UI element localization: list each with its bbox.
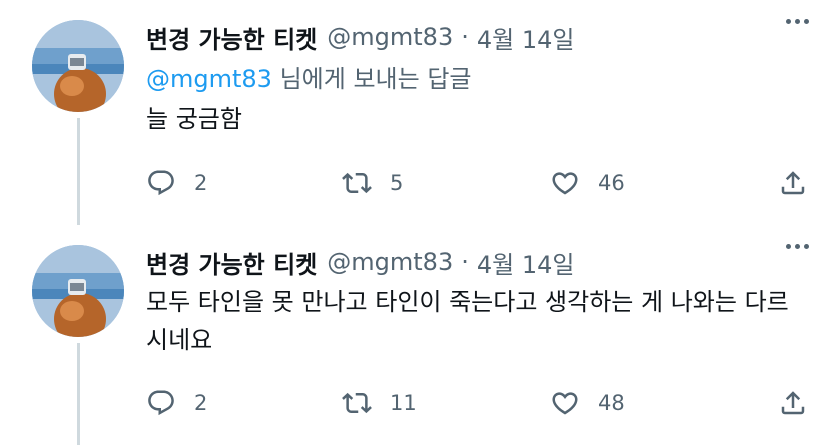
share-button[interactable] [778, 388, 808, 418]
reply-mention-link[interactable]: @mgmt83 [146, 65, 272, 93]
like-count: 48 [598, 391, 625, 415]
reply-button[interactable]: 2 [146, 388, 207, 418]
share-button[interactable] [778, 168, 808, 198]
avatar[interactable] [32, 245, 124, 337]
reply-context-label: 님에게 보내는 답글 [271, 65, 472, 93]
avatar[interactable] [32, 20, 124, 112]
retweet-button[interactable]: 5 [342, 168, 403, 198]
retweet-icon [342, 392, 372, 414]
tweet-date[interactable]: 4월 14일 [477, 20, 575, 55]
retweet-count: 11 [390, 391, 417, 415]
reply-count: 2 [194, 171, 208, 195]
retweet-icon [342, 172, 372, 194]
tweet-header: 변경 가능한 티켓 @mgmt83 · 4월 14일 [146, 243, 808, 281]
heart-icon [552, 172, 578, 195]
like-button[interactable]: 46 [550, 168, 625, 198]
display-name[interactable]: 변경 가능한 티켓 [146, 245, 317, 280]
heart-icon [552, 392, 578, 415]
tweet-date[interactable]: 4월 14일 [477, 245, 575, 280]
retweet-button[interactable]: 11 [342, 388, 417, 418]
display-name[interactable]: 변경 가능한 티켓 [146, 20, 317, 55]
share-icon [781, 171, 805, 195]
tweet-actions: 2 11 48 [146, 383, 808, 423]
reply-icon [148, 170, 174, 196]
more-icon[interactable] [780, 14, 814, 28]
reply-button[interactable]: 2 [146, 168, 207, 198]
tweet[interactable]: 변경 가능한 티켓 @mgmt83 · 4월 14일 모두 타인을 못 만나고 … [0, 225, 828, 445]
separator-dot: · [461, 248, 469, 276]
share-icon [781, 391, 805, 415]
retweet-count: 5 [390, 171, 404, 195]
like-button[interactable]: 48 [550, 388, 625, 418]
reply-context: @mgmt83 님에게 보내는 답글 [146, 62, 808, 96]
tweet-header: 변경 가능한 티켓 @mgmt83 · 4월 14일 [146, 18, 808, 56]
tweet-text: 늘 궁금함 [146, 105, 242, 133]
reply-count: 2 [194, 391, 208, 415]
tweet[interactable]: 변경 가능한 티켓 @mgmt83 · 4월 14일 @mgmt83 님에게 보… [0, 0, 828, 225]
separator-dot: · [461, 23, 469, 51]
reply-icon [148, 390, 174, 416]
user-handle[interactable]: @mgmt83 [327, 248, 453, 276]
avatar-image [32, 245, 124, 337]
thread-line [77, 343, 80, 445]
more-icon[interactable] [780, 239, 814, 253]
tweet-actions: 2 5 46 [146, 163, 808, 203]
avatar-image [32, 20, 124, 112]
like-count: 46 [598, 171, 625, 195]
tweet-text: 모두 타인을 못 만나고 타인이 죽는다고 생각하는 게 나와는 다르시네요 [146, 288, 789, 354]
thread-line [77, 118, 80, 225]
user-handle[interactable]: @mgmt83 [327, 23, 453, 51]
